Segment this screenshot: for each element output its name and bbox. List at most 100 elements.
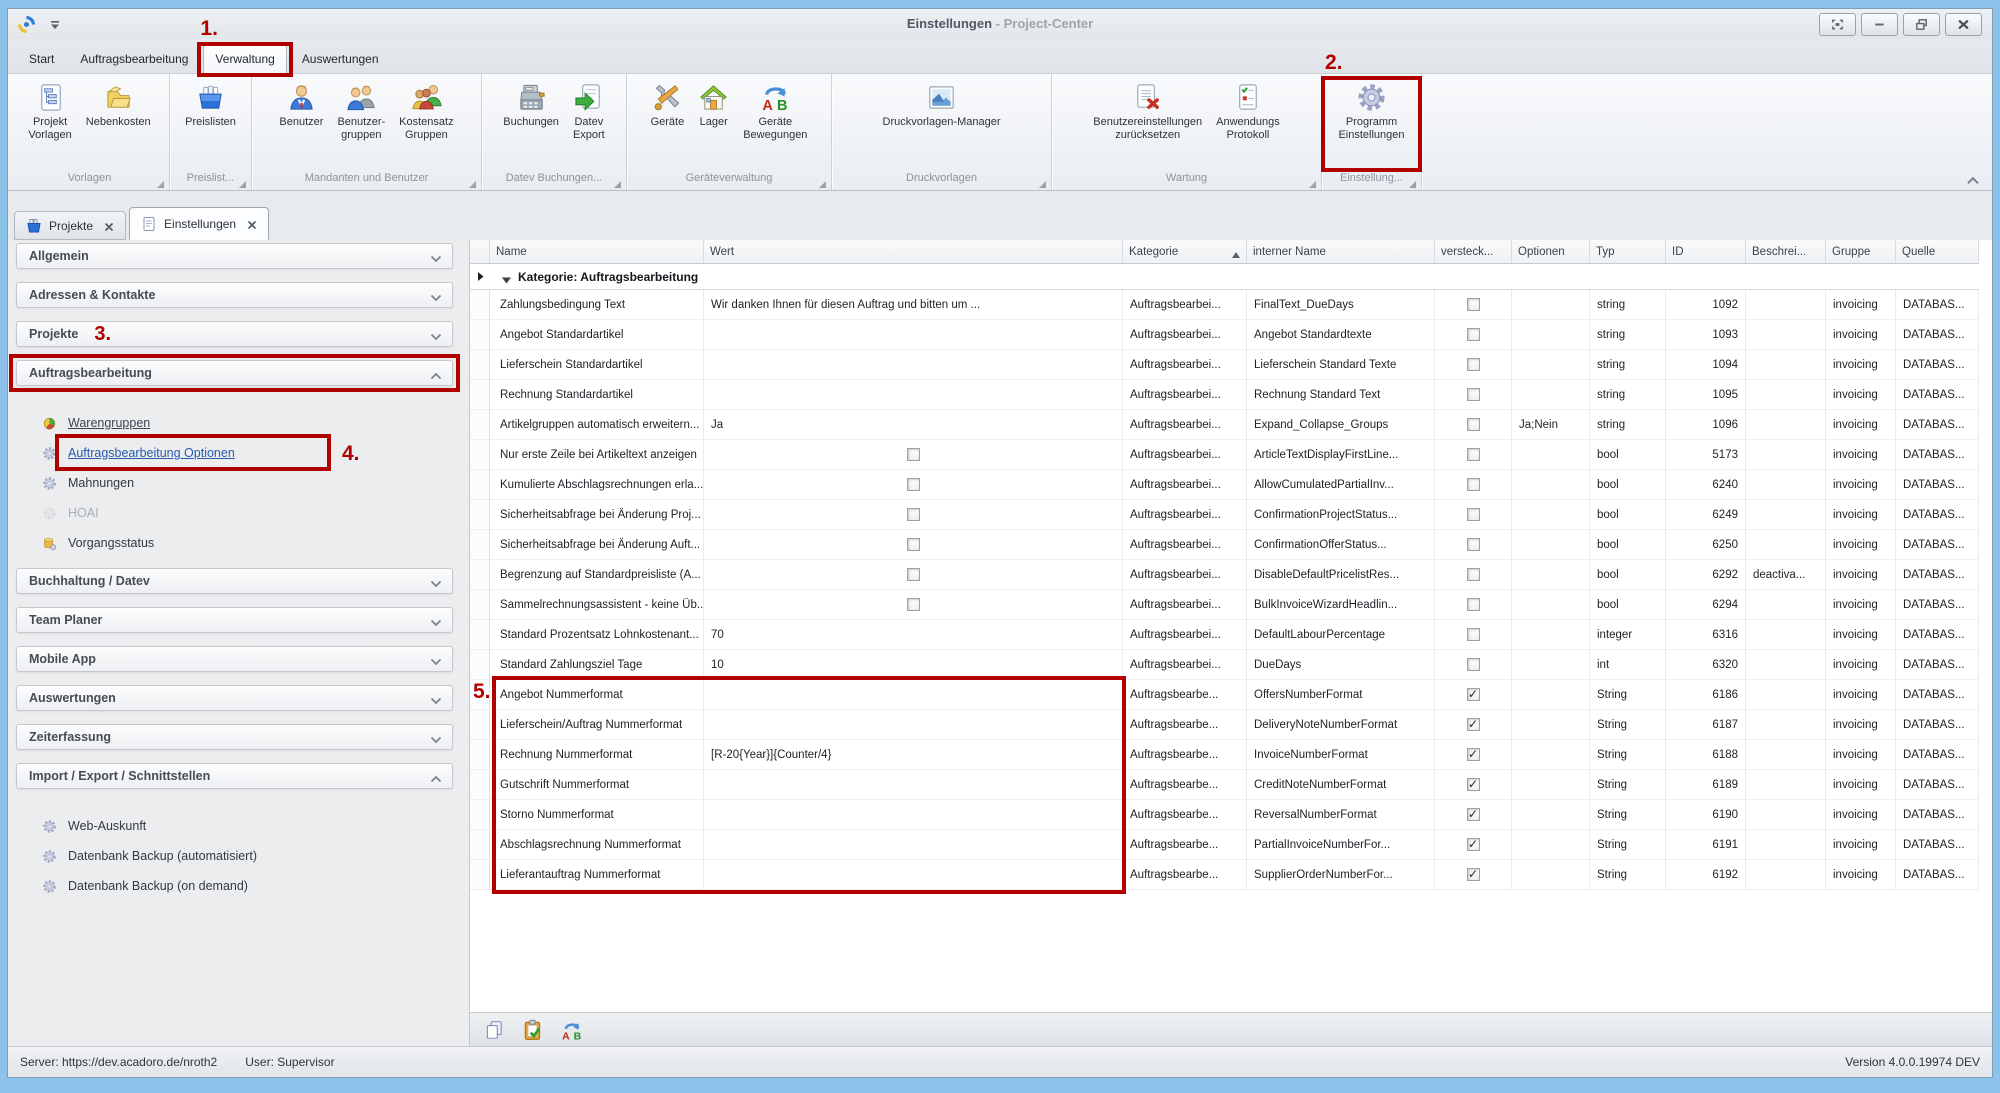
cell-versteckt[interactable] [1435, 290, 1512, 320]
cell-beschreibung[interactable] [1746, 380, 1826, 410]
row-indicator[interactable] [470, 710, 490, 740]
cell-optionen[interactable] [1512, 320, 1590, 350]
cell-quelle[interactable]: DATABAS... [1896, 440, 1979, 470]
cell-kategorie[interactable]: Auftragsbearbei... [1123, 410, 1247, 440]
cell-optionen[interactable] [1512, 620, 1590, 650]
cell-id[interactable]: 1092 [1666, 290, 1746, 320]
checkbox-checked[interactable] [1467, 868, 1480, 881]
cell-gruppe[interactable]: invoicing [1826, 290, 1896, 320]
cell-kategorie[interactable]: Auftragsbearbei... [1123, 290, 1247, 320]
cell-beschreibung[interactable] [1746, 290, 1826, 320]
cell-typ[interactable]: String [1590, 740, 1666, 770]
cell-kategorie[interactable]: Auftragsbearbei... [1123, 380, 1247, 410]
toolbar-button-clipboard-check[interactable] [522, 1019, 544, 1041]
cell-kategorie[interactable]: Auftragsbearbei... [1123, 320, 1247, 350]
cell-id[interactable]: 6292 [1666, 560, 1746, 590]
cell-kategorie[interactable]: Auftragsbearbe... [1123, 680, 1247, 710]
cell-quelle[interactable]: DATABAS... [1896, 860, 1979, 890]
sidebar-section-buchhaltung-datev[interactable]: Buchhaltung / Datev [16, 568, 453, 594]
cell-gruppe[interactable]: invoicing [1826, 530, 1896, 560]
checkbox-unchecked[interactable] [907, 448, 920, 461]
row-indicator[interactable] [470, 290, 490, 320]
cell-wert[interactable] [704, 590, 1123, 620]
cell-wert[interactable] [704, 380, 1123, 410]
cell-kategorie[interactable]: Auftragsbearbe... [1123, 800, 1247, 830]
cell-beschreibung[interactable] [1746, 590, 1826, 620]
dialog-launcher-icon[interactable] [614, 178, 621, 185]
sidebar-section-zeiterfassung[interactable]: Zeiterfassung [16, 724, 453, 750]
cell-id[interactable]: 6190 [1666, 800, 1746, 830]
checkbox-unchecked[interactable] [1467, 508, 1480, 521]
column-header-versteck[interactable]: versteck... [1435, 240, 1512, 264]
cell-name[interactable]: Abschlagsrechnung Nummerformat [490, 830, 704, 860]
cell-versteckt[interactable] [1435, 500, 1512, 530]
column-header-gruppe[interactable]: Gruppe [1826, 240, 1896, 264]
cell-typ[interactable]: string [1590, 320, 1666, 350]
cell-name[interactable]: Rechnung Standardartikel [490, 380, 704, 410]
cell-versteckt[interactable] [1435, 440, 1512, 470]
cell-quelle[interactable]: DATABAS... [1896, 620, 1979, 650]
cell-typ[interactable]: String [1590, 800, 1666, 830]
cell-quelle[interactable]: DATABAS... [1896, 650, 1979, 680]
column-header-id[interactable]: ID [1666, 240, 1746, 264]
cell-optionen[interactable] [1512, 800, 1590, 830]
cell-versteckt[interactable] [1435, 560, 1512, 590]
checkbox-unchecked[interactable] [907, 598, 920, 611]
cell-beschreibung[interactable] [1746, 500, 1826, 530]
cell-kategorie[interactable]: Auftragsbearbei... [1123, 590, 1247, 620]
row-indicator[interactable] [470, 830, 490, 860]
cell-optionen[interactable] [1512, 770, 1590, 800]
cell-optionen[interactable] [1512, 470, 1590, 500]
cell-name[interactable]: Nur erste Zeile bei Artikeltext anzeigen [490, 440, 704, 470]
ribbon-button-gerate-bewegungen[interactable]: ABGeräte Bewegungen [737, 79, 813, 143]
cell-wert[interactable]: 70 [704, 620, 1123, 650]
ribbon-button-programm-einstellungen[interactable]: Programm Einstellungen [1332, 79, 1410, 143]
cell-versteckt[interactable] [1435, 830, 1512, 860]
cell-kategorie[interactable]: Auftragsbearbe... [1123, 860, 1247, 890]
cell-typ[interactable]: bool [1590, 470, 1666, 500]
sidebar-item-datenbank-backup-on-demand[interactable]: Datenbank Backup (on demand) [42, 871, 453, 901]
ribbon-button-lager[interactable]: Lager [692, 79, 735, 129]
sidebar-section-allgemein[interactable]: Allgemein [16, 243, 453, 269]
dialog-launcher-icon[interactable] [819, 178, 826, 185]
cell-gruppe[interactable]: invoicing [1826, 410, 1896, 440]
cell-quelle[interactable]: DATABAS... [1896, 770, 1979, 800]
checkbox-checked[interactable] [1467, 778, 1480, 791]
cell-kategorie[interactable]: Auftragsbearbei... [1123, 560, 1247, 590]
row-indicator[interactable] [470, 380, 490, 410]
cell-gruppe[interactable]: invoicing [1826, 650, 1896, 680]
cell-id[interactable]: 1095 [1666, 380, 1746, 410]
cell-quelle[interactable]: DATABAS... [1896, 530, 1979, 560]
cell-typ[interactable]: string [1590, 290, 1666, 320]
cell-beschreibung[interactable] [1746, 710, 1826, 740]
row-indicator[interactable] [470, 740, 490, 770]
column-header-quelle[interactable]: Quelle [1896, 240, 1979, 264]
ribbon-button-benutzereinstellungen-zurucksetzen[interactable]: Benutzereinstellungen zurücksetzen [1087, 79, 1208, 143]
category-group-row[interactable]: Kategorie: Auftragsbearbeitung [490, 264, 1979, 290]
cell-typ[interactable]: bool [1590, 590, 1666, 620]
cell-id[interactable]: 6192 [1666, 860, 1746, 890]
cell-interner-name[interactable]: BulkInvoiceWizardHeadlin... [1247, 590, 1435, 620]
cell-versteckt[interactable] [1435, 380, 1512, 410]
cell-typ[interactable]: integer [1590, 620, 1666, 650]
cell-quelle[interactable]: DATABAS... [1896, 410, 1979, 440]
fullscreen-button[interactable] [1819, 13, 1856, 36]
ribbon-button-druckvorlagen-manager[interactable]: Druckvorlagen-Manager [877, 79, 1007, 129]
cell-beschreibung[interactable] [1746, 620, 1826, 650]
cell-versteckt[interactable] [1435, 590, 1512, 620]
column-header-kategorie[interactable]: Kategorie [1123, 240, 1247, 264]
cell-quelle[interactable]: DATABAS... [1896, 800, 1979, 830]
cell-quelle[interactable]: DATABAS... [1896, 290, 1979, 320]
cell-name[interactable]: Begrenzung auf Standardpreisliste (A... [490, 560, 704, 590]
column-header-beschrei[interactable]: Beschrei... [1746, 240, 1826, 264]
cell-beschreibung[interactable] [1746, 800, 1826, 830]
checkbox-unchecked[interactable] [1467, 358, 1480, 371]
checkbox-unchecked[interactable] [1467, 598, 1480, 611]
app-logo-icon[interactable] [18, 16, 35, 33]
cell-name[interactable]: Sicherheitsabfrage bei Änderung Auft... [490, 530, 704, 560]
cell-interner-name[interactable]: ArticleTextDisplayFirstLine... [1247, 440, 1435, 470]
cell-quelle[interactable]: DATABAS... [1896, 500, 1979, 530]
column-header-typ[interactable]: Typ [1590, 240, 1666, 264]
row-expand-indicator[interactable] [470, 264, 490, 290]
cell-gruppe[interactable]: invoicing [1826, 560, 1896, 590]
